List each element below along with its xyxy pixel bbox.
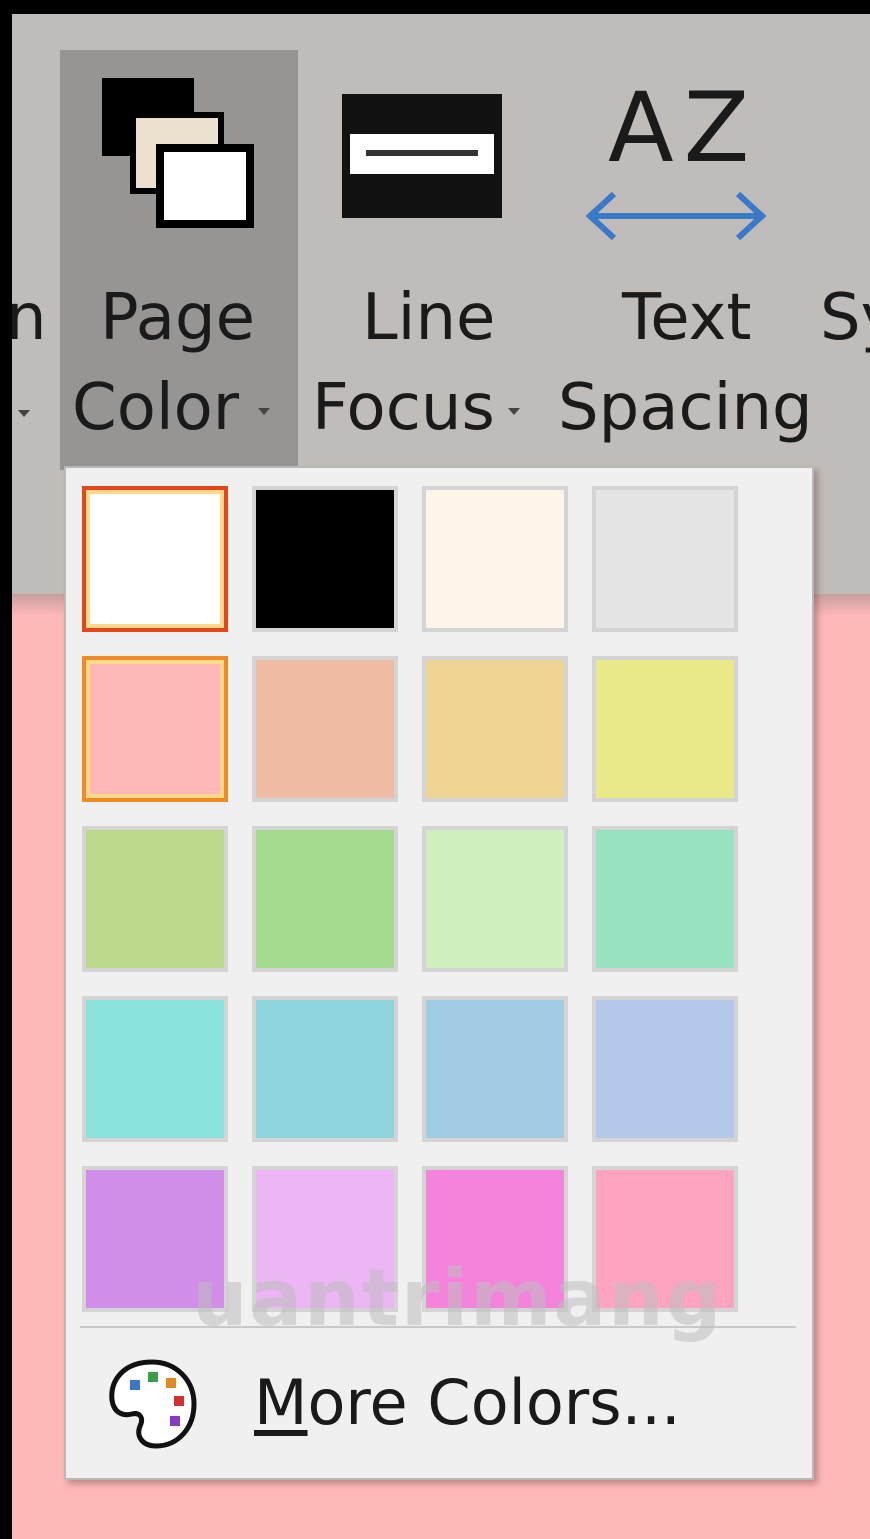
ribbon-partial-right-button[interactable]: Sy bbox=[820, 50, 870, 470]
more-colors-label: More Colors... bbox=[254, 1366, 681, 1439]
color-swatch[interactable] bbox=[422, 826, 568, 972]
page-color-button[interactable]: Page Color bbox=[60, 50, 298, 470]
color-swatch[interactable] bbox=[422, 486, 568, 632]
line-focus-label-line2: Focus bbox=[312, 371, 495, 445]
more-colors-accelerator: M bbox=[254, 1366, 308, 1439]
partial-right-label: Sy bbox=[820, 281, 870, 355]
text-spacing-button[interactable]: AZ Text Spacing bbox=[552, 50, 813, 470]
double-arrow-icon bbox=[585, 191, 767, 241]
page-color-label-line1: Page bbox=[100, 281, 255, 355]
page-color-label-line2: Color bbox=[72, 371, 240, 445]
color-swatch[interactable] bbox=[252, 656, 398, 802]
text-spacing-label-line2: Spacing bbox=[558, 371, 813, 445]
more-colors-text: ore Colors... bbox=[307, 1366, 681, 1439]
color-swatch[interactable] bbox=[82, 996, 228, 1142]
color-swatch[interactable] bbox=[252, 996, 398, 1142]
color-swatch[interactable] bbox=[422, 656, 568, 802]
line-focus-button[interactable]: Line Focus bbox=[302, 50, 542, 470]
text-spacing-icon-letters: AZ bbox=[608, 72, 760, 184]
chevron-down-icon bbox=[508, 408, 520, 415]
watermark: uantrimang bbox=[192, 1254, 724, 1344]
line-focus-label-line1: Line bbox=[362, 281, 496, 355]
color-swatch[interactable] bbox=[592, 826, 738, 972]
chevron-down-icon bbox=[18, 410, 30, 417]
chevron-down-icon bbox=[258, 408, 270, 415]
color-swatch[interactable] bbox=[252, 486, 398, 632]
palette-icon bbox=[109, 1359, 197, 1449]
ribbon-partial-left-button[interactable]: n bbox=[12, 50, 52, 470]
text-spacing-label-line1: Text bbox=[622, 281, 752, 355]
line-focus-icon bbox=[342, 94, 502, 218]
color-swatch[interactable] bbox=[82, 826, 228, 972]
color-swatch[interactable] bbox=[592, 486, 738, 632]
color-swatch[interactable] bbox=[422, 996, 568, 1142]
color-swatch[interactable] bbox=[252, 826, 398, 972]
partial-left-label: n bbox=[12, 281, 47, 355]
page-color-icon bbox=[102, 78, 254, 228]
color-swatch[interactable] bbox=[592, 656, 738, 802]
more-colors-menu-item[interactable]: More Colors... bbox=[80, 1348, 796, 1458]
color-swatch[interactable] bbox=[82, 656, 228, 802]
color-swatch[interactable] bbox=[592, 996, 738, 1142]
color-swatch[interactable] bbox=[82, 486, 228, 632]
app-window: n Page Color Line Focus AZ Text Spacing … bbox=[12, 14, 870, 1539]
